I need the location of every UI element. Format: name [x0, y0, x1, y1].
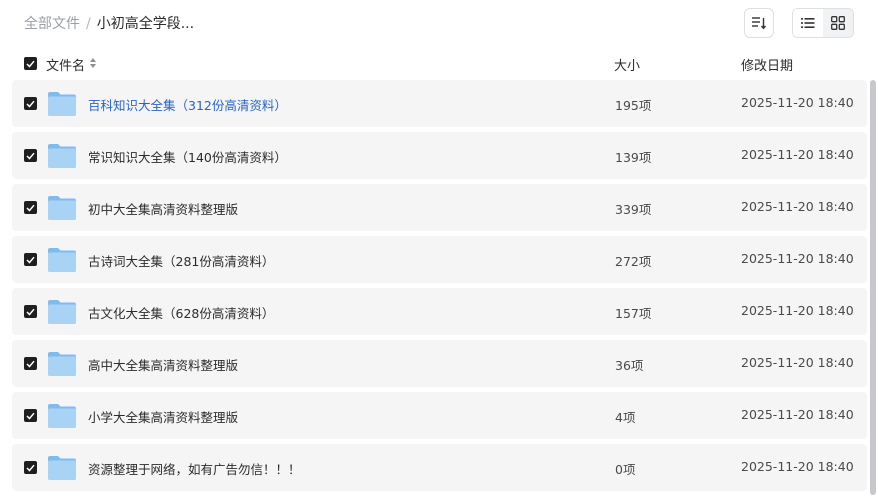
- folder-icon: [48, 456, 76, 480]
- file-name-link[interactable]: 高中大全集高清资料整理版: [88, 355, 238, 374]
- checkmark-icon: [26, 464, 35, 472]
- checkmark-icon: [26, 412, 35, 420]
- file-name-link[interactable]: 资源整理于网络，如有广告勿信！！！: [88, 459, 301, 478]
- file-row[interactable]: 小学大全集高清资料整理版 4项 2025-11-20 18:40: [12, 392, 867, 439]
- table-header: 文件名 大小 修改日期: [0, 52, 878, 76]
- file-size: 0项: [615, 462, 636, 477]
- file-size: 36项: [615, 358, 644, 373]
- file-name-link[interactable]: 小学大全集高清资料整理版: [88, 407, 238, 426]
- row-checkbox[interactable]: [24, 201, 37, 214]
- folder-icon: [48, 144, 76, 168]
- checkmark-icon: [26, 204, 35, 212]
- folder-icon: [48, 196, 76, 220]
- column-header-modified[interactable]: 修改日期: [741, 55, 793, 74]
- row-checkbox[interactable]: [24, 461, 37, 474]
- checkmark-icon: [26, 60, 35, 68]
- breadcrumb-separator: /: [86, 16, 91, 32]
- sort-button[interactable]: [744, 8, 774, 38]
- file-size: 157项: [615, 306, 652, 321]
- file-size: 339项: [615, 202, 652, 217]
- file-size: 139项: [615, 150, 652, 165]
- file-name-link[interactable]: 常识知识大全集（140份高清资料）: [88, 147, 287, 166]
- checkmark-icon: [26, 360, 35, 368]
- top-bar: 全部文件 / 小初高全学段...: [0, 0, 878, 48]
- file-name-link[interactable]: 古文化大全集（628份高清资料）: [88, 303, 274, 322]
- list-view-icon: [801, 18, 815, 28]
- file-modified-date: 2025-11-20 18:40: [741, 147, 854, 162]
- file-modified-date: 2025-11-20 18:40: [741, 303, 854, 318]
- file-list: 百科知识大全集（312份高清资料） 195项 2025-11-20 18:40 常识知…: [12, 80, 867, 496]
- file-row[interactable]: 初中大全集高清资料整理版 339项 2025-11-20 18:40: [12, 184, 867, 231]
- file-modified-date: 2025-11-20 18:40: [741, 407, 854, 422]
- file-name-link[interactable]: 初中大全集高清资料整理版: [88, 199, 238, 218]
- column-header-size[interactable]: 大小: [614, 55, 640, 74]
- file-row[interactable]: 古文化大全集（628份高清资料） 157项 2025-11-20 18:40: [12, 288, 867, 335]
- file-modified-date: 2025-11-20 18:40: [741, 459, 854, 474]
- breadcrumb-root-link[interactable]: 全部文件: [24, 16, 80, 32]
- sort-icon: [752, 17, 767, 30]
- row-checkbox[interactable]: [24, 305, 37, 318]
- row-checkbox[interactable]: [24, 97, 37, 110]
- checkmark-icon: [26, 308, 35, 316]
- row-checkbox[interactable]: [24, 253, 37, 266]
- row-checkbox[interactable]: [24, 409, 37, 422]
- select-all-checkbox[interactable]: [24, 57, 37, 70]
- scrollbar[interactable]: [870, 80, 876, 495]
- checkmark-icon: [26, 152, 35, 160]
- folder-icon: [48, 404, 76, 428]
- row-checkbox[interactable]: [24, 357, 37, 370]
- file-row[interactable]: 古诗词大全集（281份高清资料） 272项 2025-11-20 18:40: [12, 236, 867, 283]
- column-header-name[interactable]: 文件名: [46, 55, 85, 74]
- folder-icon: [48, 248, 76, 272]
- file-name-link[interactable]: 百科知识大全集（312份高清资料）: [88, 95, 287, 114]
- file-modified-date: 2025-11-20 18:40: [741, 251, 854, 266]
- sort-arrows-icon[interactable]: [89, 57, 97, 69]
- file-row[interactable]: 百科知识大全集（312份高清资料） 195项 2025-11-20 18:40: [12, 80, 867, 127]
- folder-icon: [48, 300, 76, 324]
- folder-icon: [48, 352, 76, 376]
- file-name-link[interactable]: 古诗词大全集（281份高清资料）: [88, 251, 274, 270]
- view-toggle: [792, 8, 854, 38]
- file-modified-date: 2025-11-20 18:40: [741, 355, 854, 370]
- checkmark-icon: [26, 256, 35, 264]
- file-size: 272项: [615, 254, 652, 269]
- breadcrumb: 全部文件 / 小初高全学段...: [24, 14, 194, 34]
- row-checkbox[interactable]: [24, 149, 37, 162]
- checkmark-icon: [26, 100, 35, 108]
- file-row[interactable]: 常识知识大全集（140份高清资料） 139项 2025-11-20 18:40: [12, 132, 867, 179]
- file-row[interactable]: 高中大全集高清资料整理版 36项 2025-11-20 18:40: [12, 340, 867, 387]
- file-modified-date: 2025-11-20 18:40: [741, 199, 854, 214]
- file-size: 4项: [615, 410, 636, 425]
- folder-icon: [48, 92, 76, 116]
- file-modified-date: 2025-11-20 18:40: [741, 95, 854, 110]
- grid-view-button[interactable]: [823, 9, 853, 37]
- list-view-button[interactable]: [793, 9, 823, 37]
- file-row[interactable]: 资源整理于网络，如有广告勿信！！！ 0项 2025-11-20 18:40: [12, 444, 867, 491]
- grid-view-icon: [831, 16, 845, 30]
- file-size: 195项: [615, 98, 652, 113]
- breadcrumb-current: 小初高全学段...: [96, 16, 195, 32]
